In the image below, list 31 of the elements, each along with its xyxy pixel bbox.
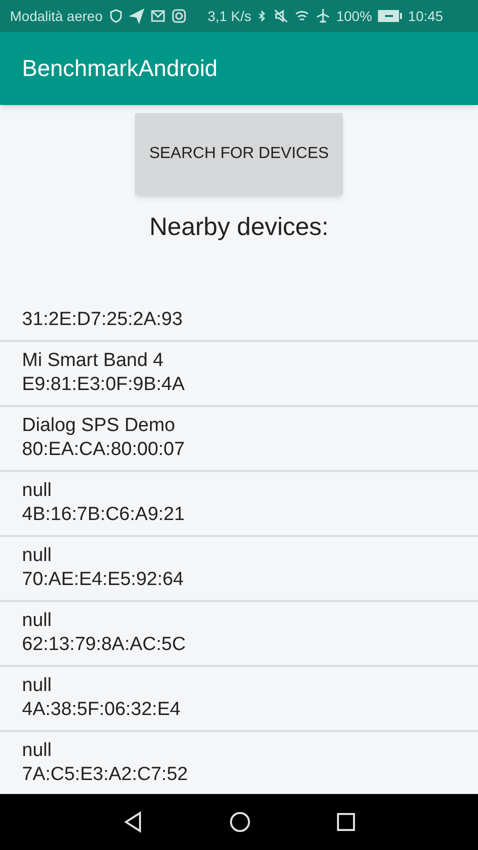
- battery-percent: 100%: [336, 6, 372, 26]
- device-address[interactable]: 62:13:79:8A:AC:5C: [22, 633, 456, 657]
- status-text: Modalità aereo: [10, 6, 103, 26]
- device-address[interactable]: 4B:16:7B:C6:A9:21: [22, 503, 456, 527]
- device-address[interactable]: 7A:C5:E3:A2:C7:52: [22, 763, 456, 787]
- device-address[interactable]: E9:81:E3:0F:9B:4A: [22, 373, 456, 397]
- home-icon[interactable]: [228, 811, 251, 833]
- device-name[interactable]: null: [22, 609, 456, 633]
- camera-icon: [170, 8, 187, 24]
- device-name[interactable]: null: [22, 739, 456, 763]
- device-name[interactable]: Dialog SPS Demo: [22, 414, 456, 438]
- device-address[interactable]: 80:EA:CA:80:00:07: [22, 438, 456, 462]
- device-name[interactable]: Mi Smart Band 4: [22, 349, 456, 373]
- muted-icon: [273, 8, 290, 24]
- mail-icon: [150, 8, 166, 24]
- device-name[interactable]: null: [22, 544, 456, 568]
- device-name[interactable]: null: [22, 479, 456, 503]
- device-address[interactable]: 31:2E:D7:25:2A:93: [22, 308, 456, 332]
- clock: 10:45: [408, 6, 444, 26]
- network-speed: 3,1 K/s: [208, 6, 252, 26]
- device-address[interactable]: 4A:38:5F:06:32:E4: [22, 698, 456, 722]
- send-icon: [128, 8, 145, 24]
- recents-icon[interactable]: [336, 812, 356, 832]
- section-heading: Nearby devices:: [149, 212, 329, 243]
- search-button[interactable]: SEARCH FOR DEVICES: [135, 113, 343, 195]
- battery-icon: [377, 9, 404, 23]
- app-title: BenchmarkAndroid: [22, 54, 218, 84]
- airplane-icon: [315, 8, 332, 24]
- device-address[interactable]: 70:AE:E4:E5:92:64: [22, 568, 456, 592]
- device-name[interactable]: null: [22, 674, 456, 698]
- shield-icon: [108, 8, 124, 24]
